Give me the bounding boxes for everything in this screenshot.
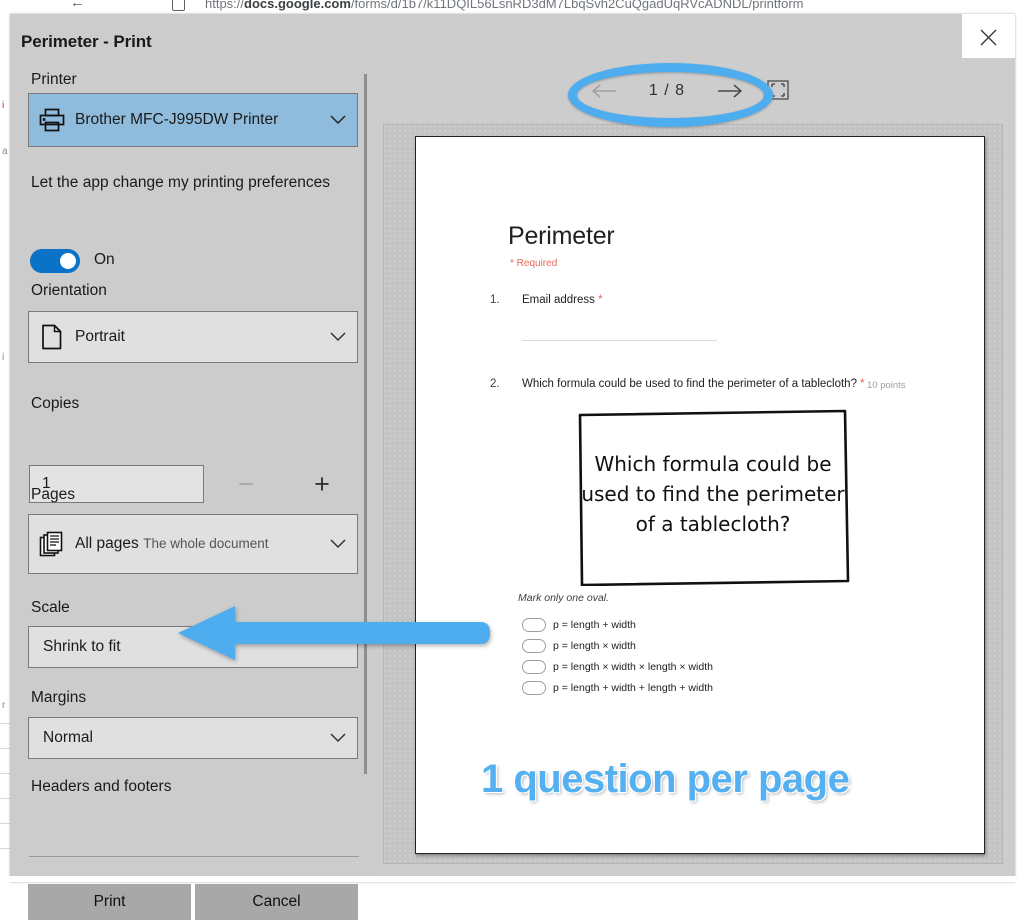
pages-value: All pages — [75, 535, 139, 552]
edge-fragment: a — [2, 146, 8, 157]
orientation-label: Orientation — [31, 282, 107, 299]
printer-combo[interactable]: Brother MFC-J995DW Printer — [28, 93, 358, 147]
settings-scrollbar[interactable] — [364, 74, 367, 774]
window-bottom-edge — [0, 876, 1024, 882]
svg-text:used to find the perimeter: used to find the perimeter — [581, 482, 845, 506]
pages-stack-icon — [29, 531, 75, 557]
orientation-value: Portrait — [75, 328, 125, 345]
margins-label: Margins — [31, 689, 87, 706]
annotation-caption: 1 question per page — [481, 757, 850, 801]
printer-icon — [29, 108, 75, 132]
headers-footers-label[interactable]: Headers and footers — [31, 778, 171, 796]
annotation-oval-highlight — [568, 63, 773, 127]
question-text: Which formula could be used to find the … — [522, 378, 865, 390]
question-points: 10 points — [867, 380, 906, 391]
form-required-note: * Required — [510, 258, 558, 269]
chevron-down-icon — [319, 332, 357, 342]
scale-value: Shrink to fit — [43, 638, 121, 655]
headers-footers-divider — [29, 856, 359, 857]
annotation-arrow — [178, 604, 490, 662]
print-settings-pane: Printer Brother MFC-J995DW Printer Let t… — [10, 58, 372, 920]
chevron-down-icon — [319, 733, 357, 743]
preview-surface: Perimeter * Required 1. Email address * … — [383, 124, 1003, 864]
pages-subtext: The whole document — [143, 536, 269, 551]
url-host: docs.google.com — [244, 0, 351, 11]
option-row[interactable]: p = length × width × length × width — [522, 660, 713, 674]
question-image: Which formula could be used to find the … — [577, 409, 850, 586]
option-row[interactable]: p = length × width — [522, 639, 636, 653]
form-title: Perimeter — [508, 222, 615, 250]
svg-text:of a tablecloth?: of a tablecloth? — [636, 512, 791, 536]
print-dialog: Perimeter - Print Printer Brother MFC-J9… — [10, 14, 1015, 920]
option-label: p = length × width × length × width — [553, 661, 713, 673]
option-oval[interactable] — [522, 660, 546, 674]
browser-url-text: https://docs.google.com/forms/d/1b7/k11D… — [205, 0, 804, 11]
toggle-knob — [60, 253, 76, 269]
option-oval[interactable] — [522, 618, 546, 632]
option-oval[interactable] — [522, 639, 546, 653]
option-oval[interactable] — [522, 681, 546, 695]
print-button[interactable]: Print — [28, 884, 191, 920]
url-scheme: https:// — [205, 0, 245, 11]
close-icon — [980, 29, 997, 45]
orientation-combo[interactable]: Portrait — [28, 311, 358, 363]
page-portrait-icon — [29, 324, 75, 350]
edge-fragment: r — [2, 700, 6, 711]
edge-fragment: i — [2, 100, 5, 111]
margins-combo[interactable]: Normal — [28, 717, 358, 759]
question-number: 1. — [490, 294, 500, 306]
question-number: 2. — [490, 378, 500, 390]
page-title: Perimeter - Print — [21, 32, 152, 51]
edge-fragment: i — [2, 352, 5, 363]
option-row[interactable]: p = length + width + length + width — [522, 681, 713, 695]
chevron-down-icon — [319, 539, 357, 549]
pages-label: Pages — [31, 486, 75, 503]
mark-instruction: Mark only one oval. — [518, 592, 610, 604]
url-path: /forms/d/1b7/k11DQIL56LsnRD3dM7LbqSvh2Cu… — [350, 0, 804, 11]
copies-label: Copies — [31, 395, 80, 412]
question-text: Email address * — [522, 294, 603, 306]
option-label: p = length + width + length + width — [553, 682, 713, 694]
email-answer-line — [522, 340, 717, 341]
pages-combo[interactable]: All pages The whole document — [28, 514, 358, 574]
option-row[interactable]: p = length + width — [522, 618, 636, 632]
margins-value: Normal — [43, 729, 93, 746]
svg-text:Which formula could be: Which formula could be — [594, 452, 831, 476]
app-preferences-label: Let the app change my printing preferenc… — [31, 174, 330, 191]
preview-page: Perimeter * Required 1. Email address * … — [415, 136, 985, 854]
chevron-down-icon — [319, 115, 357, 125]
option-label: p = length + width — [553, 619, 636, 631]
app-preferences-state: On — [94, 251, 115, 268]
site-lock-icon — [172, 0, 185, 11]
scale-label: Scale — [31, 599, 70, 616]
copies-decrement-button[interactable]: − — [226, 465, 266, 503]
close-button[interactable] — [962, 14, 1015, 60]
copies-increment-button[interactable]: + — [302, 465, 342, 503]
browser-back-icon: ← — [70, 0, 85, 11]
app-preferences-toggle[interactable] — [30, 249, 80, 273]
cancel-button[interactable]: Cancel — [195, 884, 358, 920]
printer-value: Brother MFC-J995DW Printer — [75, 111, 279, 128]
printer-label: Printer — [31, 71, 77, 88]
option-label: p = length × width — [553, 640, 636, 652]
